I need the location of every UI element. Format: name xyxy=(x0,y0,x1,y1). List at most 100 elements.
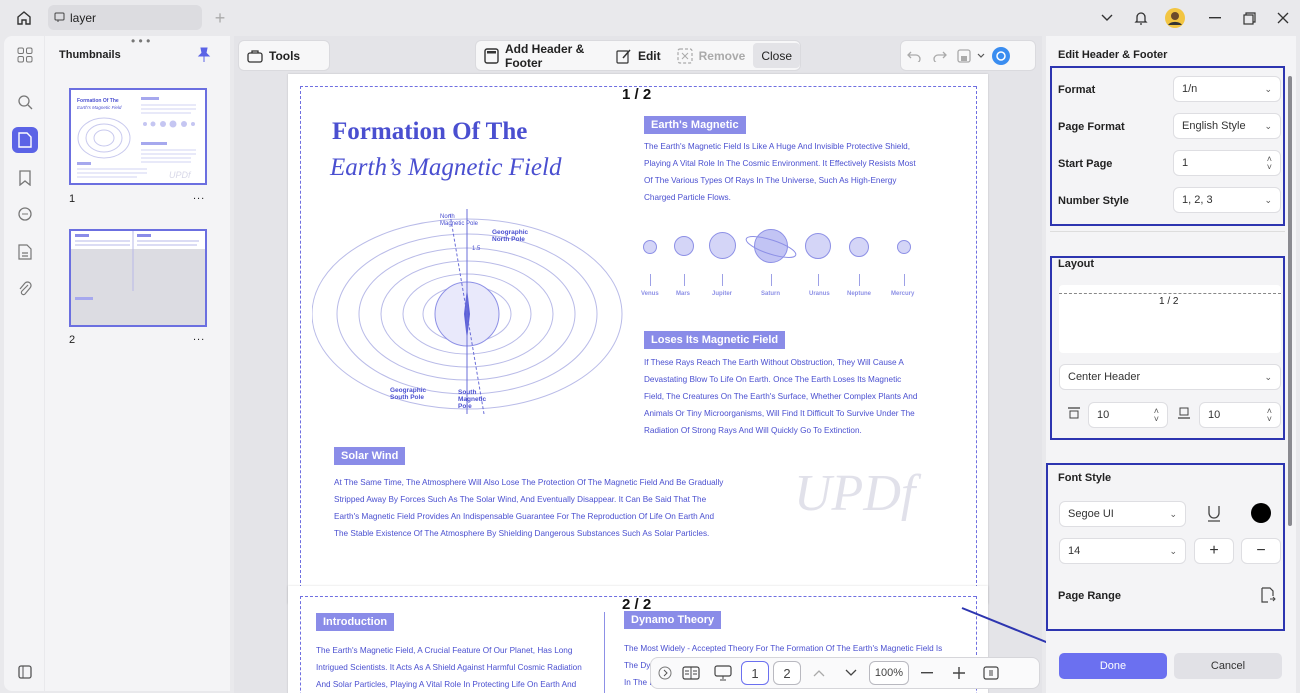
font-style-label: Font Style xyxy=(1058,472,1112,484)
tag-introduction: Introduction xyxy=(316,613,395,631)
tools-toolbar: Tools xyxy=(238,40,330,71)
svg-text:South Pole: South Pole xyxy=(390,394,424,401)
number-style-select[interactable]: 1, 2, 3 ⌄ xyxy=(1173,187,1281,213)
planet-label: Mars xyxy=(676,291,691,297)
planet-jupiter xyxy=(709,232,736,259)
format-select[interactable]: 1/n ⌄ xyxy=(1173,76,1281,102)
font-family-select[interactable]: Segoe UI ⌄ xyxy=(1059,501,1186,527)
comment-icon[interactable] xyxy=(12,202,38,228)
thumbnail-page-1[interactable]: Formation Of The Earth's Magnetic Field … xyxy=(69,88,207,185)
svg-text:Earth's Magnetic Field: Earth's Magnetic Field xyxy=(77,105,122,110)
zoom-in-icon[interactable] xyxy=(945,661,973,685)
page-format-select[interactable]: English Style ⌄ xyxy=(1173,113,1281,139)
page-range-icon[interactable] xyxy=(1260,587,1276,603)
bookmark-icon[interactable] xyxy=(12,165,38,191)
number-style-label: Number Style xyxy=(1058,195,1129,207)
page-format-label: Page Format xyxy=(1058,121,1125,133)
page-2-button[interactable]: 2 xyxy=(773,661,801,685)
svg-text:Pole: Pole xyxy=(458,403,472,410)
chevron-up-icon[interactable] xyxy=(805,661,833,685)
close-window-icon[interactable] xyxy=(1271,6,1295,30)
close-button[interactable]: Close xyxy=(753,43,800,68)
tag-loses-magnetic-field: Loses Its Magnetic Field xyxy=(644,331,786,349)
edit-button[interactable]: Edit xyxy=(608,41,669,70)
restore-icon[interactable] xyxy=(1237,6,1261,30)
document-tab[interactable]: layer xyxy=(48,5,202,30)
font-color-swatch[interactable] xyxy=(1251,503,1271,523)
layers-icon[interactable] xyxy=(12,659,38,685)
planet-mars xyxy=(674,236,694,256)
start-page-stepper[interactable]: 1 ˄ ˅ xyxy=(1173,150,1281,176)
home-icon[interactable] xyxy=(12,6,36,30)
header-position-select[interactable]: Center Header ⌄ xyxy=(1059,364,1281,390)
remove-button[interactable]: Remove xyxy=(669,41,754,70)
pin-icon[interactable] xyxy=(197,47,211,63)
drag-handle[interactable]: • • • xyxy=(131,34,150,48)
chevron-down-icon: ⌄ xyxy=(1264,194,1272,205)
geographic-north-label: Geographic xyxy=(492,229,529,236)
more-icon[interactable]: ... xyxy=(193,190,205,202)
avatar[interactable] xyxy=(1163,6,1187,30)
minimize-icon[interactable] xyxy=(1203,6,1227,30)
done-button[interactable]: Done xyxy=(1059,653,1167,679)
collapse-chevron-icon[interactable] xyxy=(657,661,673,685)
zoom-out-icon[interactable] xyxy=(913,661,941,685)
svg-text:Magnetic Pole: Magnetic Pole xyxy=(440,221,479,227)
zoom-level[interactable]: 100% xyxy=(869,661,909,685)
planet-label: Uranus xyxy=(809,291,830,297)
header-page-number[interactable]: 1 / 2 xyxy=(622,86,651,103)
undo-icon[interactable] xyxy=(901,41,927,70)
grid-icon[interactable] xyxy=(12,42,38,68)
search-icon[interactable] xyxy=(12,89,38,115)
reading-mode-icon[interactable] xyxy=(677,661,705,685)
cancel-button[interactable]: Cancel xyxy=(1174,653,1282,679)
new-tab-icon[interactable]: + xyxy=(208,6,232,30)
tag-earths-magnetic: Earth's Magnetic xyxy=(644,116,746,134)
divider xyxy=(1050,231,1285,232)
add-header-footer-button[interactable]: Add Header & Footer xyxy=(476,41,608,70)
increase-size-button[interactable]: + xyxy=(1194,538,1234,564)
format-label: Format xyxy=(1058,84,1096,96)
redo-icon[interactable] xyxy=(927,41,953,70)
planet-uranus xyxy=(805,233,831,259)
planet-label: Mercury xyxy=(891,291,915,297)
fit-page-icon[interactable] xyxy=(977,661,1005,685)
thumbnails-panel: • • • Thumbnails Formation Of The Earth'… xyxy=(45,34,230,691)
chevron-down-icon[interactable] xyxy=(837,661,865,685)
edit-header-footer-panel: Edit Header & Footer Format 1/n ⌄ Page Fo… xyxy=(1046,36,1296,693)
decrease-size-button[interactable]: − xyxy=(1241,538,1281,564)
page-navigation-bar: 1 2 100% xyxy=(650,657,1040,689)
bell-icon[interactable] xyxy=(1129,6,1153,30)
save-icon[interactable] xyxy=(953,41,975,70)
south-magnetic-pole-label: South xyxy=(458,389,476,396)
ai-assistant-icon[interactable] xyxy=(987,41,1015,70)
toolbox-icon xyxy=(247,48,263,64)
chevron-down-icon: ⌄ xyxy=(1264,371,1272,382)
chevron-down-icon[interactable] xyxy=(1095,6,1119,30)
document-icon[interactable] xyxy=(12,239,38,265)
layout-preview[interactable]: 1 / 2 xyxy=(1059,285,1281,353)
remove-icon xyxy=(677,47,693,64)
thumbnail-page-2[interactable] xyxy=(69,229,207,327)
underline-icon[interactable] xyxy=(1206,505,1222,523)
svg-text:North Pole: North Pole xyxy=(492,236,525,243)
presentation-icon[interactable] xyxy=(709,661,737,685)
planet-neptune xyxy=(849,237,869,257)
start-page-label: Start Page xyxy=(1058,158,1113,170)
attachment-icon[interactable] xyxy=(12,276,38,302)
chevron-down-icon[interactable] xyxy=(975,41,987,70)
tab-label: layer xyxy=(70,10,97,25)
font-size-select[interactable]: 14 ⌄ xyxy=(1059,538,1186,564)
more-icon[interactable]: ... xyxy=(193,331,205,343)
page-thumbnails-icon[interactable] xyxy=(12,127,38,153)
bottom-margin-stepper[interactable]: 10 ˄ ˅ xyxy=(1199,402,1281,428)
page-1-button[interactable]: 1 xyxy=(741,661,769,685)
edit-icon xyxy=(616,48,632,64)
chevron-down-icon: ⌄ xyxy=(1264,83,1272,94)
top-margin-stepper[interactable]: 10 ˄ ˅ xyxy=(1088,402,1168,428)
panel-scrollbar[interactable] xyxy=(1288,76,1292,526)
earth-paragraph: The Earth's Magnetic Field Is Like A Hug… xyxy=(644,142,916,202)
tools-button[interactable]: Tools xyxy=(239,41,308,70)
left-rail xyxy=(4,36,44,691)
thumbnails-title: Thumbnails xyxy=(59,49,121,61)
